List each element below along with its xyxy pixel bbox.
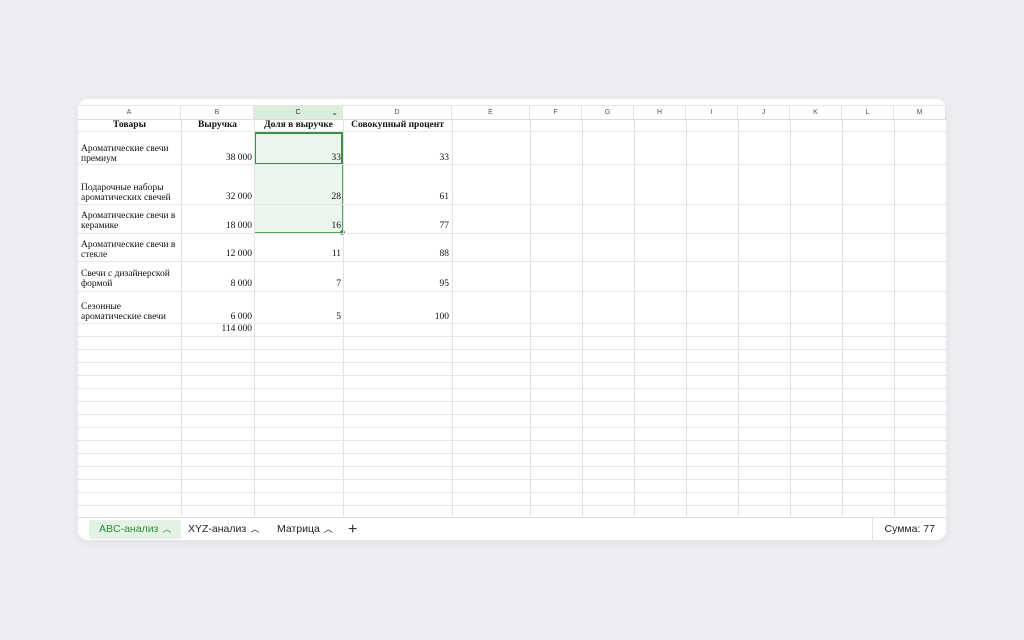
column-header-a[interactable]: A (78, 106, 181, 119)
column-header-k[interactable]: K (790, 106, 842, 119)
product-name-cell[interactable]: Свечи с дизайнерской формой (81, 269, 179, 289)
header-cell-products[interactable]: Товары (78, 120, 181, 130)
tab-abc-analysis[interactable]: ABC-анализ ︿ (89, 520, 182, 539)
tab-matrix[interactable]: Матрица ︿ (267, 520, 343, 539)
grid-line (78, 131, 946, 132)
column-header-d[interactable]: D (343, 106, 452, 119)
grid-line (738, 119, 739, 516)
grid-line (78, 440, 946, 441)
product-name-cell[interactable]: Сезонные ароматические свечи (81, 302, 179, 322)
grid-line (78, 479, 946, 480)
column-header-g[interactable]: G (582, 106, 634, 119)
grid-line (78, 453, 946, 454)
cumulative-cell[interactable]: 100 (343, 312, 449, 322)
grid-line (78, 388, 946, 389)
chevron-up-icon[interactable]: ︿ (162, 524, 171, 534)
grid-line (582, 119, 583, 516)
share-cell[interactable]: 33 (254, 153, 342, 163)
column-header-c[interactable]: C ⌄ (254, 106, 343, 119)
sheet-tab-bar: ABC-анализ ︿ XYZ-анализ ︿ Матрица ︿ + Сумма… (78, 517, 946, 540)
grid-line (78, 204, 946, 205)
share-cell[interactable]: 16 (254, 221, 342, 231)
tab-label: Матрица (277, 523, 320, 535)
grid-line (78, 291, 946, 292)
cell-grid[interactable]: Товары Выручка Доля в выручке Совокупный… (78, 119, 946, 516)
grid-line (78, 336, 946, 337)
cumulative-cell[interactable]: 33 (343, 153, 450, 163)
grid-line (78, 233, 946, 234)
product-name-cell[interactable]: Подарочные наборы ароматических свечей (81, 183, 179, 203)
tab-label: ABC-анализ (99, 523, 159, 535)
product-name-cell[interactable]: Ароматические свечи премиум (81, 144, 179, 164)
revenue-cell[interactable]: 12 000 (181, 249, 252, 259)
grid-line (78, 414, 946, 415)
add-sheet-plus-icon[interactable]: + (348, 519, 357, 540)
header-cell-share[interactable]: Доля в выручке (254, 120, 343, 130)
grid-line (894, 119, 895, 516)
product-name-cell[interactable]: Ароматические свечи в стекле (81, 240, 179, 260)
header-cell-cumulative[interactable]: Совокупный процент (343, 120, 452, 130)
revenue-cell[interactable]: 38 000 (181, 153, 252, 163)
grid-line (78, 401, 946, 402)
cumulative-cell[interactable]: 61 (343, 192, 450, 202)
cumulative-cell[interactable]: 95 (343, 279, 450, 289)
column-header-b[interactable]: B (181, 106, 254, 119)
grid-line (78, 362, 946, 363)
share-cell[interactable]: 5 (254, 312, 341, 322)
column-header-l[interactable]: L (842, 106, 894, 119)
grid-line (78, 261, 946, 262)
spreadsheet-window: A B C ⌄ D E F G H I J K L M Товары Выруч… (78, 99, 946, 540)
cumulative-cell[interactable]: 77 (343, 221, 450, 231)
column-header-row: A B C ⌄ D E F G H I J K L M (78, 105, 946, 120)
grid-line (790, 119, 791, 516)
header-cell-revenue[interactable]: Выручка (181, 120, 254, 130)
share-cell[interactable]: 28 (254, 192, 342, 202)
revenue-cell[interactable]: 32 000 (181, 192, 252, 202)
column-header-h[interactable]: H (634, 106, 686, 119)
tab-xyz-analysis[interactable]: XYZ-анализ ︿ (178, 520, 269, 539)
revenue-cell[interactable]: 8 000 (181, 279, 252, 289)
status-sum: Сумма: 77 (872, 518, 946, 540)
column-header-j[interactable]: J (738, 106, 790, 119)
revenue-cell[interactable]: 18 000 (181, 221, 252, 231)
grid-line (452, 119, 453, 516)
product-name-cell[interactable]: Ароматические свечи в керамике (81, 211, 179, 231)
grid-line (78, 164, 946, 165)
tab-label: XYZ-анализ (188, 523, 247, 535)
share-cell[interactable]: 7 (254, 279, 341, 289)
grid-line (78, 427, 946, 428)
column-header-f[interactable]: F (530, 106, 582, 119)
share-cell[interactable]: 11 (254, 249, 341, 259)
column-header-c-label: C (295, 109, 301, 116)
grid-line (78, 466, 946, 467)
chevron-up-icon[interactable]: ︿ (324, 524, 333, 534)
grid-line (530, 119, 531, 516)
grid-line (78, 492, 946, 493)
grid-line (78, 375, 946, 376)
grid-line (78, 349, 946, 350)
column-header-m[interactable]: M (894, 106, 946, 119)
total-revenue-cell[interactable]: 114 000 (181, 324, 252, 334)
grid-line (842, 119, 843, 516)
chevron-up-icon[interactable]: ︿ (250, 524, 259, 534)
chevron-down-icon[interactable]: ⌄ (331, 106, 338, 119)
grid-line (78, 505, 946, 506)
cumulative-cell[interactable]: 88 (343, 249, 450, 259)
grid-line (634, 119, 635, 516)
grid-line (686, 119, 687, 516)
column-header-e[interactable]: E (452, 106, 530, 119)
column-header-i[interactable]: I (686, 106, 738, 119)
revenue-cell[interactable]: 6 000 (181, 312, 252, 322)
